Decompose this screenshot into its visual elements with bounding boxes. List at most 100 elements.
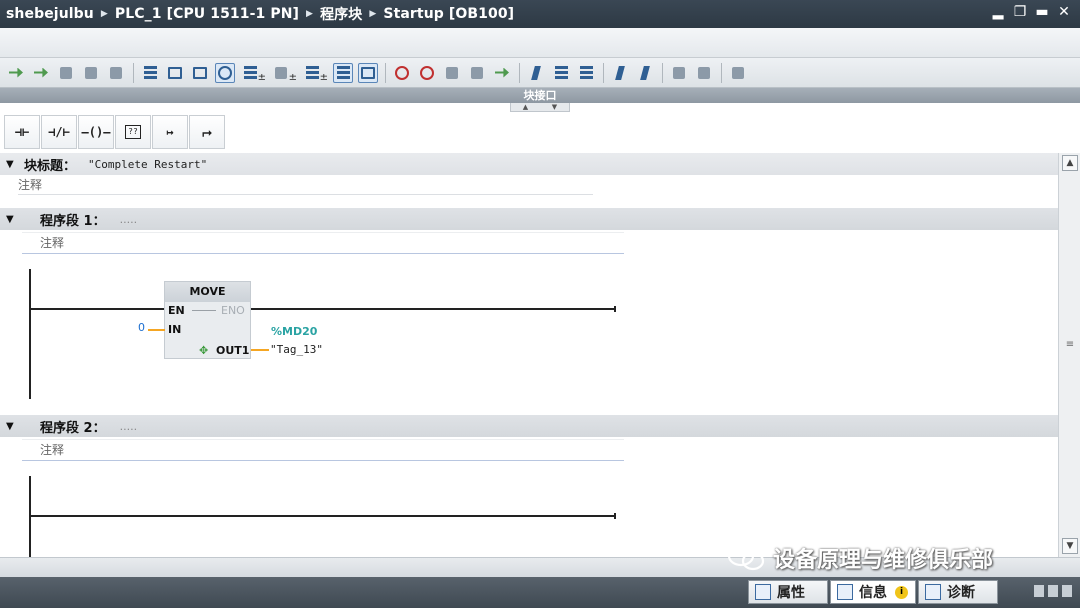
collapse-triangle-icon[interactable]: ▼ (6, 214, 20, 225)
info-badge-icon: i (895, 585, 908, 599)
breadcrumb-plc[interactable]: PLC_1 [CPU 1511-1 PN] (115, 6, 299, 22)
in-operand-value[interactable]: 0 (138, 321, 145, 334)
rung-end-marker (614, 306, 616, 312)
network-1-header[interactable]: ▼ 程序段 1： ..... (0, 208, 1058, 230)
minimize-icon[interactable]: ▂ (990, 3, 1006, 21)
toolbar-divider (721, 62, 722, 83)
upper-band (0, 28, 1080, 58)
restore-icon[interactable]: ❐ (1012, 3, 1028, 21)
normally-closed-contact-button[interactable]: ⊣/⊢ (41, 115, 77, 149)
out-operand-address[interactable]: %MD20 (271, 325, 317, 338)
insert-network-icon[interactable] (6, 63, 26, 83)
coil-button[interactable]: —()— (78, 115, 114, 149)
scroll-grip-icon[interactable]: ≡ (1064, 340, 1076, 350)
download-icon[interactable] (492, 63, 512, 83)
toolbar-divider (133, 62, 134, 83)
block-title-label: 块标题： (24, 158, 77, 174)
favorites-bar-icon[interactable] (358, 62, 378, 83)
previous-error-icon[interactable] (610, 63, 630, 83)
network-list-icon[interactable] (333, 62, 353, 83)
scroll-down-icon[interactable]: ▼ (1062, 538, 1078, 554)
power-rail (29, 269, 31, 399)
network-2-comment[interactable]: 注释 (22, 439, 624, 461)
lad-element-toolbar: ⊣⊢ ⊣/⊢ —()— ?? ↦ ⮣ (4, 115, 226, 149)
next-error-icon[interactable] (635, 63, 655, 83)
panel-float-icon[interactable] (1034, 585, 1044, 597)
close-branch-button[interactable]: ⮣ (189, 115, 225, 149)
breadcrumb-project[interactable]: shebejulbu (6, 6, 94, 22)
breadcrumb-program-blocks[interactable]: 程序块 (320, 4, 362, 24)
normally-open-contact-button[interactable]: ⊣⊢ (4, 115, 40, 149)
rung-end-marker (614, 513, 616, 519)
network-1-comment[interactable]: 注释 (22, 232, 624, 254)
collapse-triangle-icon[interactable]: ▼ (6, 159, 20, 170)
properties-icon (755, 584, 771, 600)
empty-box-button[interactable]: ?? (115, 115, 151, 149)
in-operand-wire (148, 329, 165, 331)
watermark-text: 设备原理与维修俱乐部 (773, 548, 994, 573)
block-title-value[interactable]: "Complete Restart" (88, 158, 207, 171)
interface-splitter[interactable]: ▲ ▼ (510, 103, 570, 112)
go-to-next-icon[interactable] (551, 63, 571, 83)
panel-minimize-icon[interactable] (1062, 585, 1072, 597)
panel-controls (1034, 585, 1072, 597)
chevron-right-icon: ▶ (369, 9, 377, 19)
toolbar-divider (603, 62, 604, 83)
chevron-up-icon[interactable]: ▲ (523, 103, 528, 111)
add-output-icon[interactable]: ✥ (199, 344, 208, 357)
go-to-previous-icon[interactable] (526, 63, 546, 83)
chevron-down-icon[interactable]: ▼ (552, 103, 557, 111)
wechat-icon (727, 545, 765, 571)
compare-icon[interactable] (442, 63, 462, 83)
snapshot-icon[interactable] (467, 63, 487, 83)
pin-out1: OUT1 (216, 344, 250, 357)
vertical-scrollbar[interactable]: ▲ ≡ ▼ (1058, 153, 1080, 557)
monitor-off-icon[interactable] (417, 63, 437, 83)
monitor-on-icon[interactable] (392, 63, 412, 83)
network-comments-icon[interactable] (190, 63, 210, 83)
append-row-icon[interactable] (81, 63, 101, 83)
tab-info[interactable]: 信息 i (830, 580, 916, 604)
network-2-title: 程序段 2： (40, 420, 106, 436)
block-interface-bar[interactable]: 块接口 (0, 88, 1080, 103)
network-overview-icon[interactable] (165, 63, 185, 83)
out-operand-tag[interactable]: "Tag_13" (270, 343, 323, 356)
favorites-icon[interactable]: ± (302, 63, 328, 83)
network-1-title-placeholder[interactable]: ..... (120, 213, 137, 226)
open-branch-button[interactable]: ↦ (152, 115, 188, 149)
insert-row-icon[interactable] (56, 63, 76, 83)
comments-toggle-icon[interactable] (215, 62, 235, 83)
empty-box-icon: ?? (125, 125, 141, 139)
out-operand-wire (251, 349, 269, 351)
breadcrumb-block[interactable]: Startup [OB100] (383, 6, 514, 22)
absolute-operands-icon[interactable] (140, 63, 160, 83)
window-controls: ▂ ❐ ▬ ✕ (990, 3, 1072, 21)
toolbar-divider (519, 62, 520, 83)
maximize-icon[interactable]: ▬ (1034, 3, 1050, 21)
open-all-networks-icon[interactable]: ± (240, 63, 266, 83)
block-comment[interactable]: 注释 (18, 175, 593, 195)
glasses-icon[interactable] (694, 63, 714, 83)
go-to-branch-icon[interactable] (576, 63, 596, 83)
pin-en: EN (168, 304, 185, 317)
breakpoint-icon[interactable] (669, 63, 689, 83)
tag-info-icon[interactable]: ± (271, 63, 297, 83)
info-tab-icon (837, 584, 853, 600)
tab-diagnostics[interactable]: 诊断 (918, 580, 998, 604)
block-call-icon[interactable] (106, 63, 126, 83)
collapse-triangle-icon[interactable]: ▼ (6, 421, 20, 432)
en-eno-line (192, 310, 216, 311)
panel-dock-icon[interactable] (1048, 585, 1058, 597)
block-title-row[interactable]: ▼ 块标题： "Complete Restart" (0, 153, 1058, 175)
rung-wire-empty (31, 515, 615, 517)
close-icon[interactable]: ✕ (1056, 3, 1072, 21)
panel-layout-icon[interactable] (1040, 63, 1060, 83)
delete-network-icon[interactable] (31, 63, 51, 83)
move-instruction-name: MOVE (165, 282, 250, 302)
pin-eno: ENO (221, 304, 245, 317)
tab-properties[interactable]: 属性 (748, 580, 828, 604)
network-2-header[interactable]: ▼ 程序段 2： ..... (0, 415, 1058, 437)
block-protection-icon[interactable] (728, 63, 748, 83)
network-2-title-placeholder[interactable]: ..... (120, 420, 137, 433)
scroll-up-icon[interactable]: ▲ (1062, 155, 1078, 171)
